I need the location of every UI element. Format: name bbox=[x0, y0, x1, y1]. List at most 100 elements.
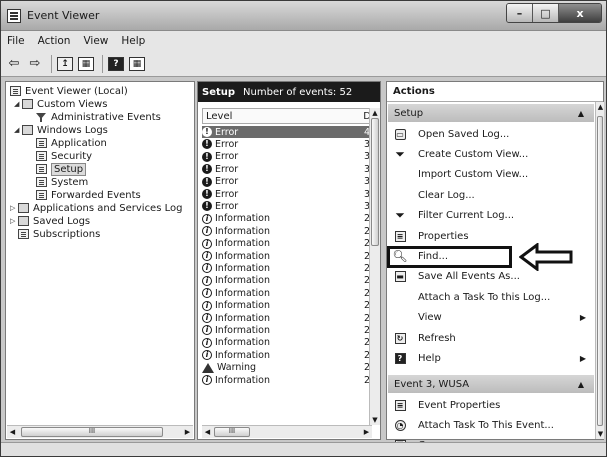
information-icon: i bbox=[202, 275, 212, 286]
maximize-button[interactable]: □ bbox=[533, 4, 559, 22]
event-row[interactable]: i Information 2 bbox=[202, 238, 370, 250]
tree-item-label: System bbox=[51, 176, 89, 188]
scroll-right-arrow-icon[interactable]: ▶ bbox=[361, 427, 372, 437]
scroll-left-arrow-icon[interactable]: ◀ bbox=[202, 427, 213, 437]
error-icon: ! bbox=[202, 164, 212, 175]
menu-help[interactable]: Help bbox=[121, 35, 145, 47]
collapse-triangle-icon[interactable]: ◢ bbox=[14, 126, 22, 134]
title-bar: Event Viewer – □ x bbox=[1, 1, 606, 31]
action-event-properties[interactable]: ≡ Event Properties bbox=[388, 395, 594, 415]
error-icon: ! bbox=[202, 127, 212, 137]
scrollbar-thumb[interactable]: III bbox=[214, 427, 250, 437]
expand-triangle-icon[interactable]: ▷ bbox=[10, 217, 18, 225]
information-icon: i bbox=[202, 213, 212, 224]
scroll-up-arrow-icon[interactable]: ▲ bbox=[596, 102, 605, 112]
tree-item-windows-logs[interactable]: ◢ Windows Logs bbox=[14, 124, 108, 136]
tree-item-application[interactable]: Application bbox=[36, 137, 107, 149]
event-row[interactable]: ! Error 3 bbox=[202, 200, 370, 212]
event-row[interactable]: i Information 2 bbox=[202, 262, 370, 274]
actions-section-event[interactable]: Event 3, WUSA ▲ bbox=[388, 375, 594, 393]
event-row[interactable]: i Information 2 bbox=[202, 349, 370, 361]
actions-section-setup[interactable]: Setup ▲ bbox=[388, 104, 594, 122]
event-row[interactable]: ! Error 3 bbox=[202, 188, 370, 200]
collapse-section-icon[interactable]: ▲ bbox=[578, 380, 584, 389]
event-row[interactable]: i Information 2 bbox=[202, 324, 370, 336]
action-filter-current-log[interactable]: ⏷ Filter Current Log... bbox=[388, 206, 594, 226]
event-row[interactable]: ! Error 4 bbox=[202, 126, 370, 138]
action-help[interactable]: ? Help ▶ bbox=[388, 348, 594, 368]
column-level[interactable]: Level bbox=[203, 111, 363, 122]
action-view[interactable]: View ▶ bbox=[388, 308, 594, 328]
event-row[interactable]: Warning 2 bbox=[202, 362, 370, 374]
action-clear-log[interactable]: Clear Log... bbox=[388, 185, 594, 205]
action-create-custom-view[interactable]: ⏷ Create Custom View... bbox=[388, 144, 594, 164]
collapse-triangle-icon[interactable]: ◢ bbox=[14, 100, 22, 108]
tree-item-event-viewer-local[interactable]: Event Viewer (Local) bbox=[10, 85, 128, 97]
action-open-saved-log[interactable]: ▭ Open Saved Log... bbox=[388, 124, 594, 144]
scroll-right-arrow-icon[interactable]: ▶ bbox=[182, 427, 193, 437]
forward-arrow-icon[interactable]: ⇨ bbox=[26, 55, 44, 73]
action-attach-a-task-to-this-log[interactable]: Attach a Task To this Log... bbox=[388, 287, 594, 307]
help-icon[interactable]: ? bbox=[107, 55, 125, 73]
event-row[interactable]: ! Error 3 bbox=[202, 176, 370, 188]
event-row[interactable]: ! Error 3 bbox=[202, 138, 370, 150]
scroll-down-arrow-icon[interactable]: ▼ bbox=[596, 429, 605, 439]
action-attach-task-to-this-event[interactable]: ◔ Attach Task To This Event... bbox=[388, 415, 594, 435]
menu-view[interactable]: View bbox=[83, 35, 108, 47]
scrollbar-thumb[interactable]: III bbox=[21, 427, 163, 437]
actions-vertical-scrollbar[interactable]: ▲ ▼ bbox=[595, 102, 604, 439]
tree-item-forwarded-events[interactable]: Forwarded Events bbox=[36, 189, 141, 201]
event-row[interactable]: i Information 2 bbox=[202, 250, 370, 262]
event-level-text: Information bbox=[215, 374, 270, 386]
event-level-text: Information bbox=[215, 300, 270, 312]
event-level-cell: ! Error bbox=[202, 139, 364, 150]
tree-item-system[interactable]: System bbox=[36, 176, 88, 188]
scroll-down-arrow-icon[interactable]: ▼ bbox=[370, 415, 380, 425]
tree-item-subscriptions[interactable]: Subscriptions bbox=[18, 228, 100, 240]
log-icon bbox=[36, 138, 47, 148]
tree-item-label: Setup bbox=[51, 162, 87, 176]
tree-item-security[interactable]: Security bbox=[36, 150, 92, 162]
event-row[interactable]: ! Error 3 bbox=[202, 151, 370, 163]
scroll-left-arrow-icon[interactable]: ◀ bbox=[7, 427, 18, 437]
event-properties-icon: ≡ bbox=[392, 397, 408, 413]
tree-item-administrative-events[interactable]: Administrative Events bbox=[36, 111, 161, 123]
close-button[interactable]: x bbox=[559, 4, 601, 22]
tree-item-saved-logs[interactable]: ▷ Saved Logs bbox=[10, 215, 90, 227]
show-hide-action-pane-icon[interactable]: ▦ bbox=[128, 55, 146, 73]
action-import-custom-view[interactable]: Import Custom View... bbox=[388, 165, 594, 185]
event-row[interactable]: i Information 2 bbox=[202, 337, 370, 349]
event-level-cell: ! Error bbox=[202, 151, 364, 162]
event-row[interactable]: i Information 2 bbox=[202, 275, 370, 287]
scrollbar-thumb[interactable] bbox=[371, 118, 379, 246]
event-level-cell: i Information bbox=[202, 300, 364, 311]
event-row[interactable]: i Information 2 bbox=[202, 312, 370, 324]
event-row[interactable]: i Information 2 bbox=[202, 374, 370, 386]
events-vertical-scrollbar[interactable]: ▲ ▼ bbox=[369, 108, 380, 425]
tree-item-label: Windows Logs bbox=[37, 124, 108, 136]
events-horizontal-scrollbar[interactable]: ◀ III ▶ bbox=[202, 425, 372, 438]
event-level-cell: ! Error bbox=[202, 164, 364, 175]
collapse-section-icon[interactable]: ▲ bbox=[578, 109, 584, 118]
menu-action[interactable]: Action bbox=[38, 35, 71, 47]
action-label: Attach Task To This Event... bbox=[418, 419, 554, 431]
minimize-button[interactable]: – bbox=[507, 4, 533, 22]
menu-file[interactable]: File bbox=[7, 35, 25, 47]
event-row[interactable]: i Information 2 bbox=[202, 225, 370, 237]
event-row[interactable]: ! Error 3 bbox=[202, 163, 370, 175]
information-icon: i bbox=[202, 350, 212, 361]
event-row[interactable]: i Information 2 bbox=[202, 213, 370, 225]
back-arrow-icon[interactable]: ⇦ bbox=[5, 55, 23, 73]
scrollbar-thumb[interactable] bbox=[597, 116, 603, 426]
show-hide-tree-icon[interactable]: ▦ bbox=[77, 55, 95, 73]
tree-item-setup[interactable]: Setup bbox=[36, 162, 87, 176]
expand-triangle-icon[interactable]: ▷ bbox=[10, 204, 18, 212]
tree-item-custom-views[interactable]: ◢ Custom Views bbox=[14, 98, 107, 110]
up-level-icon[interactable]: ↥ bbox=[56, 55, 74, 73]
tree-horizontal-scrollbar[interactable]: ◀ III ▶ bbox=[7, 425, 193, 438]
action-refresh[interactable]: ↻ Refresh bbox=[388, 328, 594, 348]
event-row[interactable]: i Information 2 bbox=[202, 287, 370, 299]
scroll-up-arrow-icon[interactable]: ▲ bbox=[370, 108, 380, 118]
tree-item-applications-and-services-log[interactable]: ▷ Applications and Services Log bbox=[10, 202, 182, 214]
event-row[interactable]: i Information 2 bbox=[202, 300, 370, 312]
